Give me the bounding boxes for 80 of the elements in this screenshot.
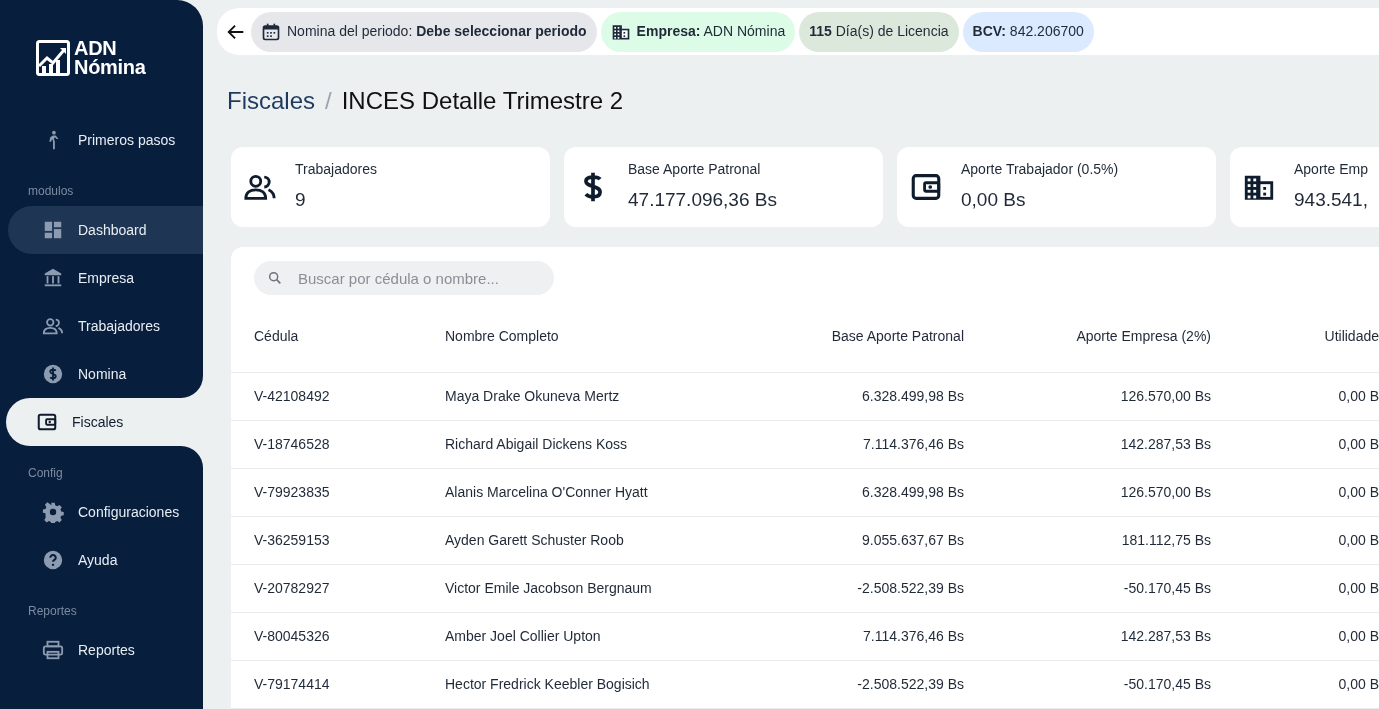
sidebar-item[interactable]: Trabajadores (8, 302, 203, 350)
table-cell-text: V-20782927 (253, 579, 331, 598)
info-chip: Empresa: ADN Nómina (600, 11, 796, 52)
table-cell-text: 6.328.499,98 Bs (861, 483, 964, 502)
table-cell-text: V-80045326 (253, 627, 331, 646)
table-cell-text: 0,00 B (1337, 675, 1379, 694)
table-cell-text: Victor Emile Jacobson Bergnaum (445, 579, 653, 598)
column-header: Base Aporte Patronal (830, 327, 964, 346)
search-icon (267, 270, 283, 286)
stat-value: 47.177.096,36 Bs (628, 188, 777, 213)
logo-icon (36, 40, 70, 76)
table-cell-text: V-18746528 (253, 435, 331, 454)
table-cell-text: Amber Joel Collier Upton (445, 627, 602, 646)
breadcrumb-separator: / (325, 86, 332, 116)
table-cell-text: 0,00 B (1337, 627, 1379, 646)
people-icon (42, 315, 64, 337)
column-header: Cédula (253, 327, 300, 346)
wallet-icon (36, 411, 58, 433)
column-header: Utilidade (1323, 327, 1379, 346)
sidebar-item[interactable]: Dashboard (8, 206, 203, 254)
table-cell-text: 142.287,53 Bs (1119, 627, 1211, 646)
table-cell-text: 0,00 B (1337, 579, 1379, 598)
table-cell-text: 0,00 B (1337, 483, 1379, 502)
sidebar-item[interactable]: Fiscales (6, 398, 203, 446)
table-cell-text: Ayden Garett Schuster Roob (445, 531, 625, 550)
sidebar-item[interactable]: Ayuda (8, 536, 203, 584)
table-cell-text: -2.508.522,39 Bs (856, 675, 964, 694)
page-title: INCES Detalle Trimestre 2 (341, 86, 624, 116)
search-field[interactable]: Buscar por cédula o nombre... (254, 261, 554, 295)
stat-value: 9 (295, 188, 307, 213)
sidebar-item[interactable]: Reportes (8, 626, 203, 674)
breadcrumb-link[interactable]: Fiscales (227, 83, 316, 119)
table-cell-text: 142.287,53 Bs (1119, 435, 1211, 454)
column-header: Aporte Empresa (2%) (1075, 327, 1211, 346)
table-cell-text: V-42108492 (253, 387, 331, 406)
table-cell-text: V-79174414 (253, 675, 331, 694)
table-cell-text: 6.328.499,98 Bs (861, 387, 964, 406)
table-cell-text: 7.114.376,46 Bs (862, 435, 964, 454)
dashboard-icon (42, 219, 64, 241)
help-icon (42, 549, 64, 571)
table-cell-text: Hector Fredrick Keebler Bogisich (445, 675, 651, 694)
sidebar-item[interactable]: Configuraciones (8, 488, 203, 536)
table-cell-text: 0,00 B (1337, 531, 1379, 550)
table-cell-text: 7.114.376,46 Bs (862, 627, 964, 646)
calendar-icon (261, 21, 281, 42)
dollar-icon (42, 363, 64, 385)
table-cell-text: -2.508.522,39 Bs (856, 579, 964, 598)
table-cell-text: 0,00 B (1337, 435, 1379, 454)
table-cell-text: -50.170,45 Bs (1122, 675, 1211, 694)
table-cell-text: 181.112,75 Bs (1120, 531, 1211, 550)
table-cell-text: -50.170,45 Bs (1122, 579, 1211, 598)
section-label: Config (27, 465, 64, 482)
info-chip: 115 Día(s) de Licencia (799, 11, 959, 52)
info-chip: BCV: 842.206700 (962, 11, 1094, 52)
stat-label: Aporte Emp (1294, 160, 1368, 180)
brand-name: ADN Nómina (74, 39, 146, 77)
table-cell-text: 126.570,00 Bs (1119, 387, 1211, 406)
gear-icon (42, 501, 64, 523)
stat-value: 0,00 Bs (961, 188, 1027, 213)
table-cell-text: V-79923835 (253, 483, 331, 502)
stat-label: Trabajadores (295, 160, 377, 180)
section-label: modulos (27, 183, 75, 200)
sidebar-item[interactable]: Primeros pasos (8, 116, 203, 164)
table-cell-text: Alanis Marcelina O'Conner Hyatt (445, 483, 649, 502)
table-cell-text: 126.570,00 Bs (1119, 483, 1211, 502)
table-cell-text: 9.055.637,67 Bs (861, 531, 964, 550)
table-cell-text: Richard Abigail Dickens Koss (445, 435, 629, 454)
column-header: Nombre Completo (445, 327, 560, 346)
section-label: Reportes (27, 603, 78, 620)
stat-value: 943.541, (1294, 188, 1368, 213)
stat-label: Base Aporte Patronal (628, 160, 762, 180)
table-cell-text: Maya Drake Okuneva Mertz (445, 387, 621, 406)
stat-label: Aporte Trabajador (0.5%) (961, 160, 1119, 180)
sidebar-item[interactable]: Nomina (8, 350, 203, 398)
table-cell-text: 0,00 B (1337, 387, 1379, 406)
printer-icon (42, 639, 64, 661)
table-cell-text: V-36259153 (253, 531, 331, 550)
bank-icon (42, 267, 64, 289)
sidebar-item[interactable]: Empresa (8, 254, 203, 302)
info-chip: Nomina del periodo: Debe seleccionar periodo (251, 11, 597, 52)
